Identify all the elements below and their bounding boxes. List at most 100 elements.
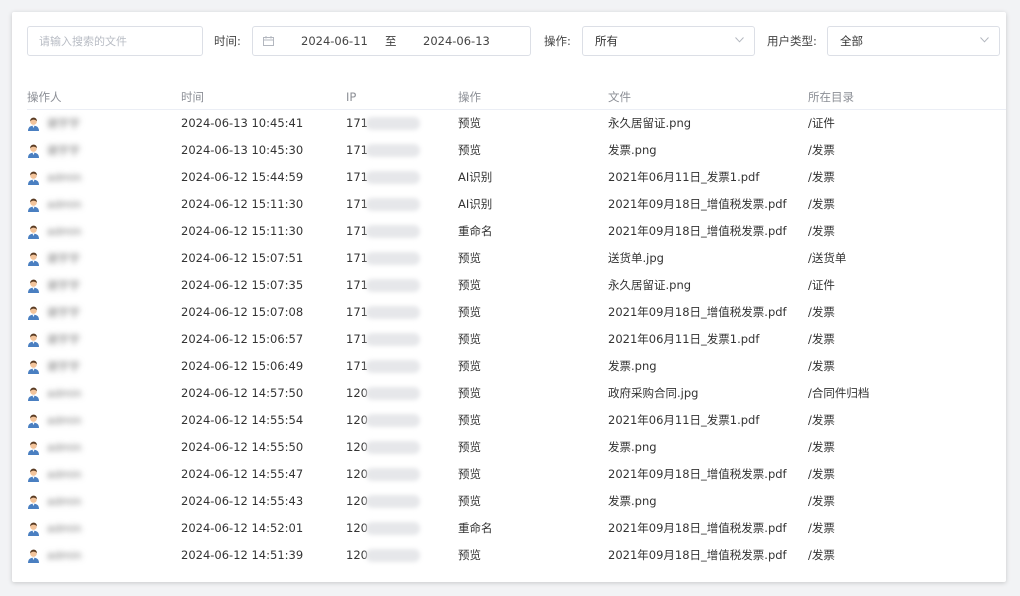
cell-time: 2024-06-12 15:44:59 bbox=[181, 170, 304, 184]
calendar-icon bbox=[263, 36, 274, 46]
cell-file[interactable]: 发票.png bbox=[608, 353, 657, 380]
operator-name: 谢宇宇 bbox=[47, 333, 80, 346]
cell-time: 2024-06-13 10:45:41 bbox=[181, 116, 304, 130]
table-row[interactable]: admin 2024-06-12 14:52:01 120 重命名 2021年09月18… bbox=[27, 515, 1006, 542]
cell-file[interactable]: 2021年09月18日_增值税发票.pdf bbox=[608, 218, 787, 245]
chevron-down-icon bbox=[735, 37, 744, 43]
table-row[interactable]: 谢宇宇 2024-06-12 15:07:51 171 预览 送货单.jpg/送货单 bbox=[27, 245, 1006, 272]
operator-name: admin bbox=[47, 468, 82, 481]
cell-file[interactable]: 发票.png bbox=[608, 137, 657, 164]
ip-redaction bbox=[366, 225, 420, 238]
cell-file[interactable]: 2021年09月18日_增值税发票.pdf bbox=[608, 515, 787, 542]
date-end[interactable]: 2024-06-13 bbox=[423, 27, 490, 55]
cell-directory[interactable]: /发票 bbox=[808, 542, 835, 569]
table-row[interactable]: admin 2024-06-12 14:55:50 120 预览 发票.png/发票 bbox=[27, 434, 1006, 461]
table-row[interactable]: 谢宇宇 2024-06-13 10:45:41 171 预览 永久居留证.png/证件 bbox=[27, 110, 1006, 137]
user-avatar-icon bbox=[28, 117, 39, 131]
cell-file[interactable]: 政府采购合同.jpg bbox=[608, 380, 698, 407]
cell-directory[interactable]: /发票 bbox=[808, 191, 835, 218]
cell-time: 2024-06-12 15:07:08 bbox=[181, 305, 304, 319]
date-range-picker[interactable]: 2024-06-11 至 2024-06-13 bbox=[252, 26, 531, 56]
ip-prefix: 120 bbox=[346, 413, 368, 427]
cell-file[interactable]: 永久居留证.png bbox=[608, 110, 691, 137]
cell-directory[interactable]: /发票 bbox=[808, 326, 835, 353]
cell-directory[interactable]: /发票 bbox=[808, 407, 835, 434]
cell-file[interactable]: 2021年06月11日_发票1.pdf bbox=[608, 164, 759, 191]
cell-file[interactable]: 永久居留证.png bbox=[608, 272, 691, 299]
ip-redaction bbox=[366, 360, 420, 373]
table-row[interactable]: 谢宇宇 2024-06-12 15:06:49 171 预览 发票.png/发票 bbox=[27, 353, 1006, 380]
table-row[interactable]: admin 2024-06-12 14:51:39 120 预览 2021年09月18日… bbox=[27, 542, 1006, 569]
ip-redaction bbox=[366, 252, 420, 265]
cell-directory[interactable]: /发票 bbox=[808, 137, 835, 164]
cell-time: 2024-06-13 10:45:30 bbox=[181, 143, 304, 157]
table-row[interactable]: admin 2024-06-12 15:44:59 171 AI识别 2021年06月1… bbox=[27, 164, 1006, 191]
cell-directory[interactable]: /证件 bbox=[808, 110, 835, 137]
cell-file[interactable]: 2021年09月18日_增值税发票.pdf bbox=[608, 461, 787, 488]
table-row[interactable]: 谢宇宇 2024-06-12 15:07:08 171 预览 2021年09月18日_增… bbox=[27, 299, 1006, 326]
operation-select[interactable]: 所有 bbox=[582, 26, 755, 56]
ip-prefix: 171 bbox=[346, 278, 368, 292]
cell-file[interactable]: 发票.png bbox=[608, 488, 657, 515]
cell-directory[interactable]: /发票 bbox=[808, 461, 835, 488]
cell-directory[interactable]: /发票 bbox=[808, 434, 835, 461]
cell-file[interactable]: 2021年09月18日_增值税发票.pdf bbox=[608, 299, 787, 326]
filter-bar: 时间: 2024-06-11 至 2024-06-13 操作: 所有 用户类型:… bbox=[27, 26, 1000, 58]
cell-file[interactable]: 发票.png bbox=[608, 434, 657, 461]
table-row[interactable]: admin 2024-06-12 14:55:43 120 预览 发票.png/发票 bbox=[27, 488, 1006, 515]
cell-file[interactable]: 2021年09月18日_增值税发票.pdf bbox=[608, 191, 787, 218]
operator-name: admin bbox=[47, 522, 82, 535]
ip-redaction bbox=[366, 495, 420, 508]
operator-name: 谢宇宇 bbox=[47, 252, 80, 265]
search-input[interactable] bbox=[28, 27, 202, 55]
ip-prefix: 171 bbox=[346, 305, 368, 319]
cell-directory[interactable]: /发票 bbox=[808, 218, 835, 245]
cell-directory[interactable]: /发票 bbox=[808, 488, 835, 515]
cell-directory[interactable]: /发票 bbox=[808, 515, 835, 542]
cell-time: 2024-06-12 14:55:43 bbox=[181, 494, 304, 508]
ip-redaction bbox=[366, 279, 420, 292]
user-avatar-icon bbox=[28, 441, 39, 455]
cell-file[interactable]: 2021年06月11日_发票1.pdf bbox=[608, 407, 759, 434]
cell-file[interactable]: 送货单.jpg bbox=[608, 245, 664, 272]
cell-directory[interactable]: /证件 bbox=[808, 272, 835, 299]
operator-name: admin bbox=[47, 549, 82, 562]
ip-redaction bbox=[366, 468, 420, 481]
ip-prefix: 120 bbox=[346, 548, 368, 562]
cell-time: 2024-06-12 15:07:51 bbox=[181, 251, 304, 265]
table-row[interactable]: admin 2024-06-12 14:55:47 120 预览 2021年09月18日… bbox=[27, 461, 1006, 488]
ip-redaction bbox=[366, 441, 420, 454]
header-directory: 所在目录 bbox=[808, 90, 854, 104]
cell-directory[interactable]: /发票 bbox=[808, 164, 835, 191]
ip-redaction bbox=[366, 522, 420, 535]
user-avatar-icon bbox=[28, 225, 39, 239]
table-row[interactable]: 谢宇宇 2024-06-12 15:06:57 171 预览 2021年06月11日_发… bbox=[27, 326, 1006, 353]
cell-directory[interactable]: /发票 bbox=[808, 299, 835, 326]
table-row[interactable]: admin 2024-06-12 15:11:30 171 重命名 2021年09月18… bbox=[27, 218, 1006, 245]
cell-file[interactable]: 2021年06月11日_发票1.pdf bbox=[608, 326, 759, 353]
table-row[interactable]: 谢宇宇 2024-06-13 10:45:30 171 预览 发票.png/发票 bbox=[27, 137, 1006, 164]
table-row[interactable]: admin 2024-06-12 14:55:54 120 预览 2021年06月11日… bbox=[27, 407, 1006, 434]
cell-time: 2024-06-12 15:06:49 bbox=[181, 359, 304, 373]
cell-directory[interactable]: /送货单 bbox=[808, 245, 846, 272]
table-row[interactable]: 谢宇宇 2024-06-12 15:07:35 171 预览 永久居留证.png/证件 bbox=[27, 272, 1006, 299]
cell-operation: 预览 bbox=[458, 305, 481, 319]
table-header: 操作人 时间 IP 操作 文件 所在目录 bbox=[27, 90, 1006, 110]
date-start[interactable]: 2024-06-11 bbox=[301, 27, 368, 55]
operator-name: admin bbox=[47, 387, 82, 400]
cell-directory[interactable]: /合同件归档 bbox=[808, 380, 869, 407]
cell-operation: 预览 bbox=[458, 116, 481, 130]
cell-time: 2024-06-12 14:57:50 bbox=[181, 386, 304, 400]
user-avatar-icon bbox=[28, 198, 39, 212]
ip-redaction bbox=[366, 306, 420, 319]
ip-prefix: 171 bbox=[346, 332, 368, 346]
table-row[interactable]: admin 2024-06-12 14:57:50 120 预览 政府采购合同.jpg /… bbox=[27, 380, 1006, 407]
search-box[interactable] bbox=[27, 26, 203, 56]
ip-prefix: 171 bbox=[346, 143, 368, 157]
cell-time: 2024-06-12 14:55:54 bbox=[181, 413, 304, 427]
table-row[interactable]: admin 2024-06-12 15:11:30 171 AI识别 2021年09月1… bbox=[27, 191, 1006, 218]
cell-time: 2024-06-12 14:51:39 bbox=[181, 548, 304, 562]
cell-directory[interactable]: /发票 bbox=[808, 353, 835, 380]
cell-file[interactable]: 2021年09月18日_增值税发票.pdf bbox=[608, 542, 787, 569]
user-type-select[interactable]: 全部 bbox=[827, 26, 1000, 56]
